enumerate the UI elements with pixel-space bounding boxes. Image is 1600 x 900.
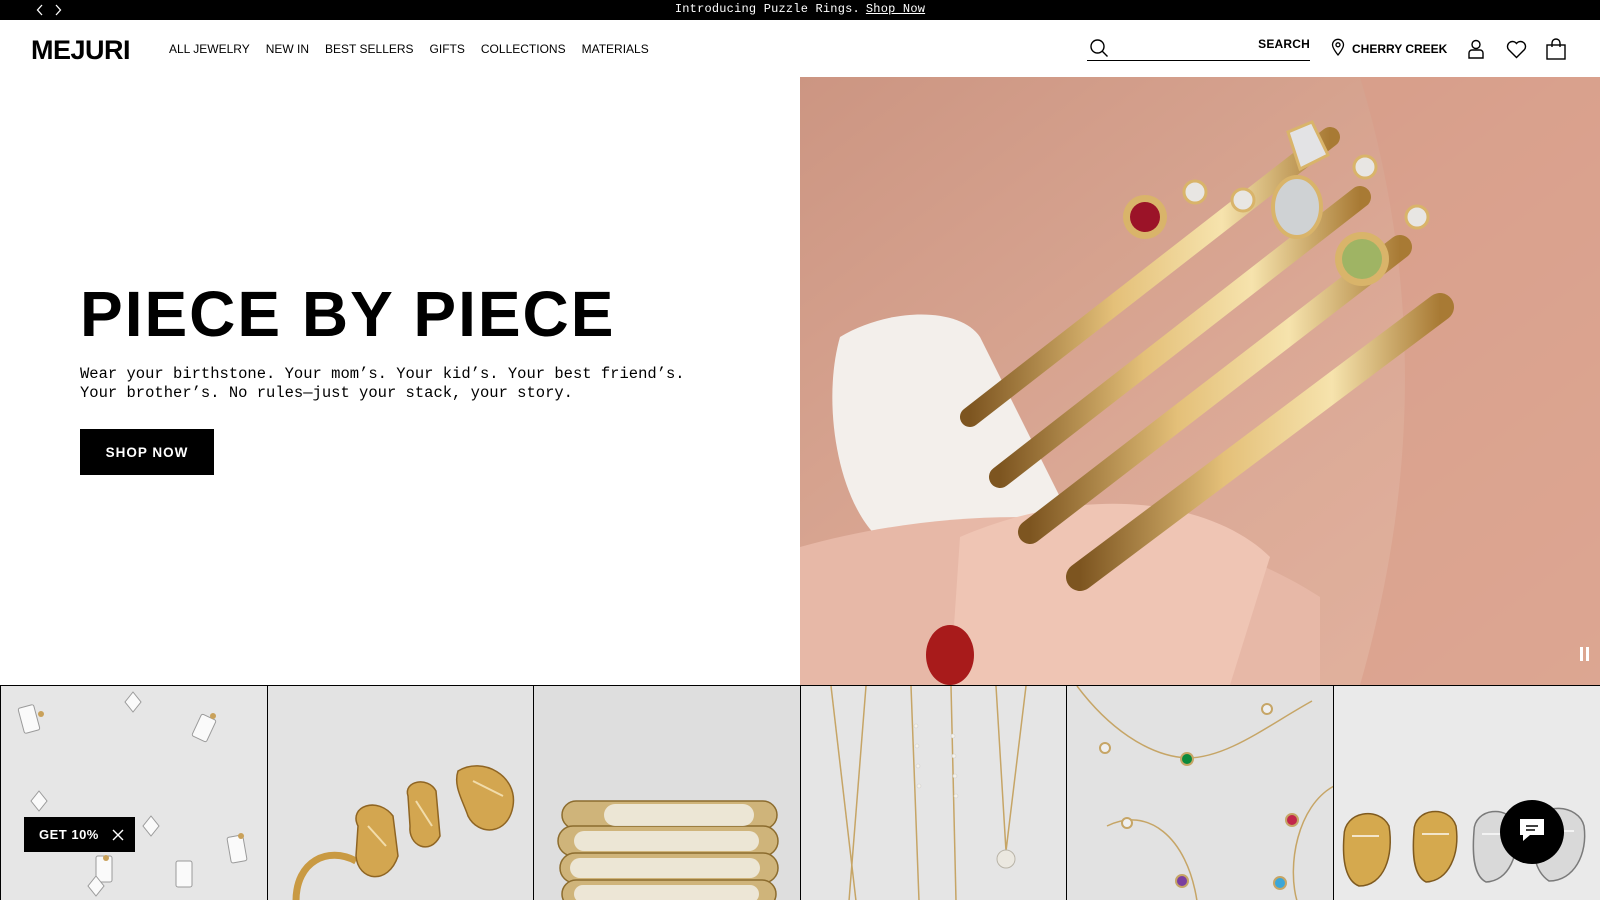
close-icon[interactable] — [111, 828, 125, 842]
tile-dome-earrings[interactable] — [1332, 686, 1600, 900]
announcement-text: Introducing Puzzle Rings. — [674, 2, 860, 16]
search-icon[interactable] — [1089, 38, 1109, 63]
nav-all-jewelry[interactable]: ALL JEWELRY — [169, 42, 250, 56]
nav-materials[interactable]: MATERIALS — [582, 42, 649, 56]
hero-title: PIECE BY PIECE — [80, 278, 616, 350]
nav-new-in[interactable]: NEW IN — [266, 42, 309, 56]
main-nav: ALL JEWELRY NEW IN BEST SELLERS GIFTS CO… — [169, 42, 649, 56]
nav-gifts[interactable]: GIFTS — [430, 42, 465, 56]
nav-collections[interactable]: COLLECTIONS — [481, 42, 566, 56]
account-icon[interactable] — [1465, 38, 1487, 60]
pause-bar-icon — [1579, 647, 1583, 661]
search-button[interactable]: SEARCH — [1258, 37, 1310, 51]
shop-now-button[interactable]: SHOP NOW — [80, 429, 214, 475]
store-location[interactable]: CHERRY CREEK — [1331, 38, 1447, 59]
promo-label: GET 10% — [39, 827, 99, 842]
hero-rings-image — [800, 77, 1600, 685]
category-tiles — [0, 685, 1600, 900]
discount-promo-badge[interactable]: GET 10% — [24, 817, 135, 852]
tile-birthstone-bracelets[interactable] — [1066, 686, 1333, 900]
chat-bubble-icon — [1517, 816, 1547, 849]
nav-best-sellers[interactable]: BEST SELLERS — [325, 42, 414, 56]
hero-subtitle: Wear your birthstone. Your mom’s. Your k… — [80, 365, 720, 403]
shopping-bag-icon[interactable] — [1545, 38, 1567, 60]
brand-logo[interactable]: MEJURI — [31, 35, 131, 66]
tile-gold-hoops[interactable] — [266, 686, 534, 900]
necklaces-image — [800, 686, 1067, 900]
location-label: CHERRY CREEK — [1352, 41, 1448, 56]
site-header: MEJURI ALL JEWELRY NEW IN BEST SELLERS G… — [0, 20, 1600, 77]
hero-subtitle-line-1: Wear your birthstone. Your mom’s. Your k… — [80, 365, 685, 383]
tile-pave-bands[interactable] — [533, 686, 800, 900]
hero-subtitle-line-2: Your brother’s. No rules—just your stack… — [80, 384, 573, 402]
announcement-shop-link[interactable]: Shop Now — [866, 2, 925, 16]
search-bar: SEARCH — [1087, 34, 1310, 61]
pave-bands-image — [534, 686, 800, 900]
tile-earrings-studs[interactable] — [0, 686, 267, 900]
heart-icon[interactable] — [1505, 38, 1527, 60]
pause-bar-icon — [1585, 647, 1589, 661]
hero-text-panel: PIECE BY PIECE Wear your birthstone. You… — [0, 77, 800, 685]
bracelets-image — [1067, 686, 1333, 900]
announcement-bar: Introducing Puzzle Rings. Shop Now — [0, 0, 1600, 20]
chat-button[interactable] — [1500, 800, 1564, 864]
dome-earrings-image — [1333, 686, 1600, 900]
search-input[interactable] — [1115, 36, 1245, 58]
diamond-studs-image — [1, 686, 267, 900]
hero-video[interactable] — [800, 77, 1600, 685]
announcement-message: Introducing Puzzle Rings. Shop Now — [0, 2, 1600, 16]
tile-necklaces[interactable] — [799, 686, 1067, 900]
gold-hoops-image — [267, 686, 534, 900]
pause-video-button[interactable] — [1576, 645, 1592, 663]
location-pin-icon — [1331, 38, 1345, 59]
